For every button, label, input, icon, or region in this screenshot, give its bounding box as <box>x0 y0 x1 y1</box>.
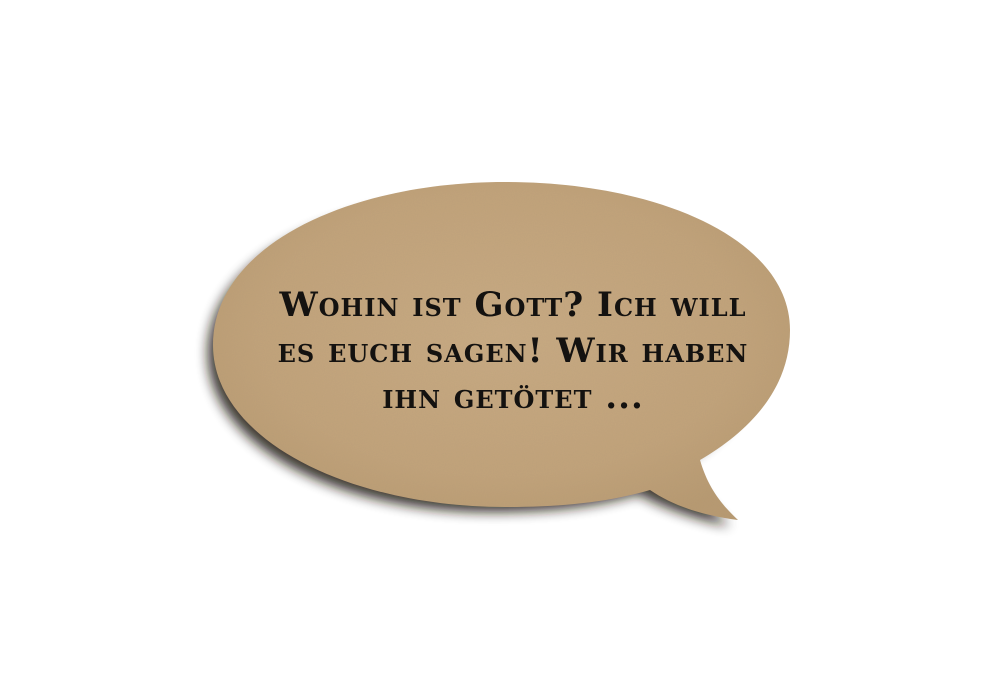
quote-line: es euch sagen! Wir haben <box>277 331 749 371</box>
quote-line: Wohin ist Gott? Ich will <box>279 285 747 325</box>
quote-line: ihn getötet ... <box>382 377 644 417</box>
speech-bubble: Wohin ist Gott? Ich will es euch sagen! … <box>0 0 1000 700</box>
quote-text: Wohin ist Gott? Ich will es euch sagen! … <box>238 282 788 420</box>
